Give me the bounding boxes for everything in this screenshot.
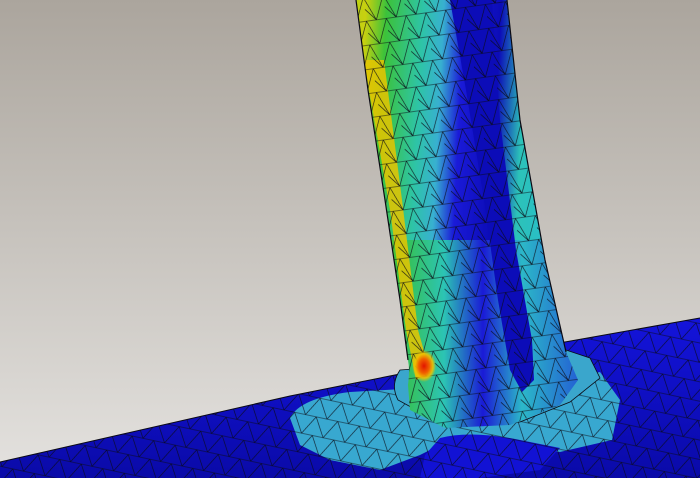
stress-contour-render [0,0,700,478]
fea-viewport [0,0,700,478]
peak-stress-hotspot [412,350,436,382]
